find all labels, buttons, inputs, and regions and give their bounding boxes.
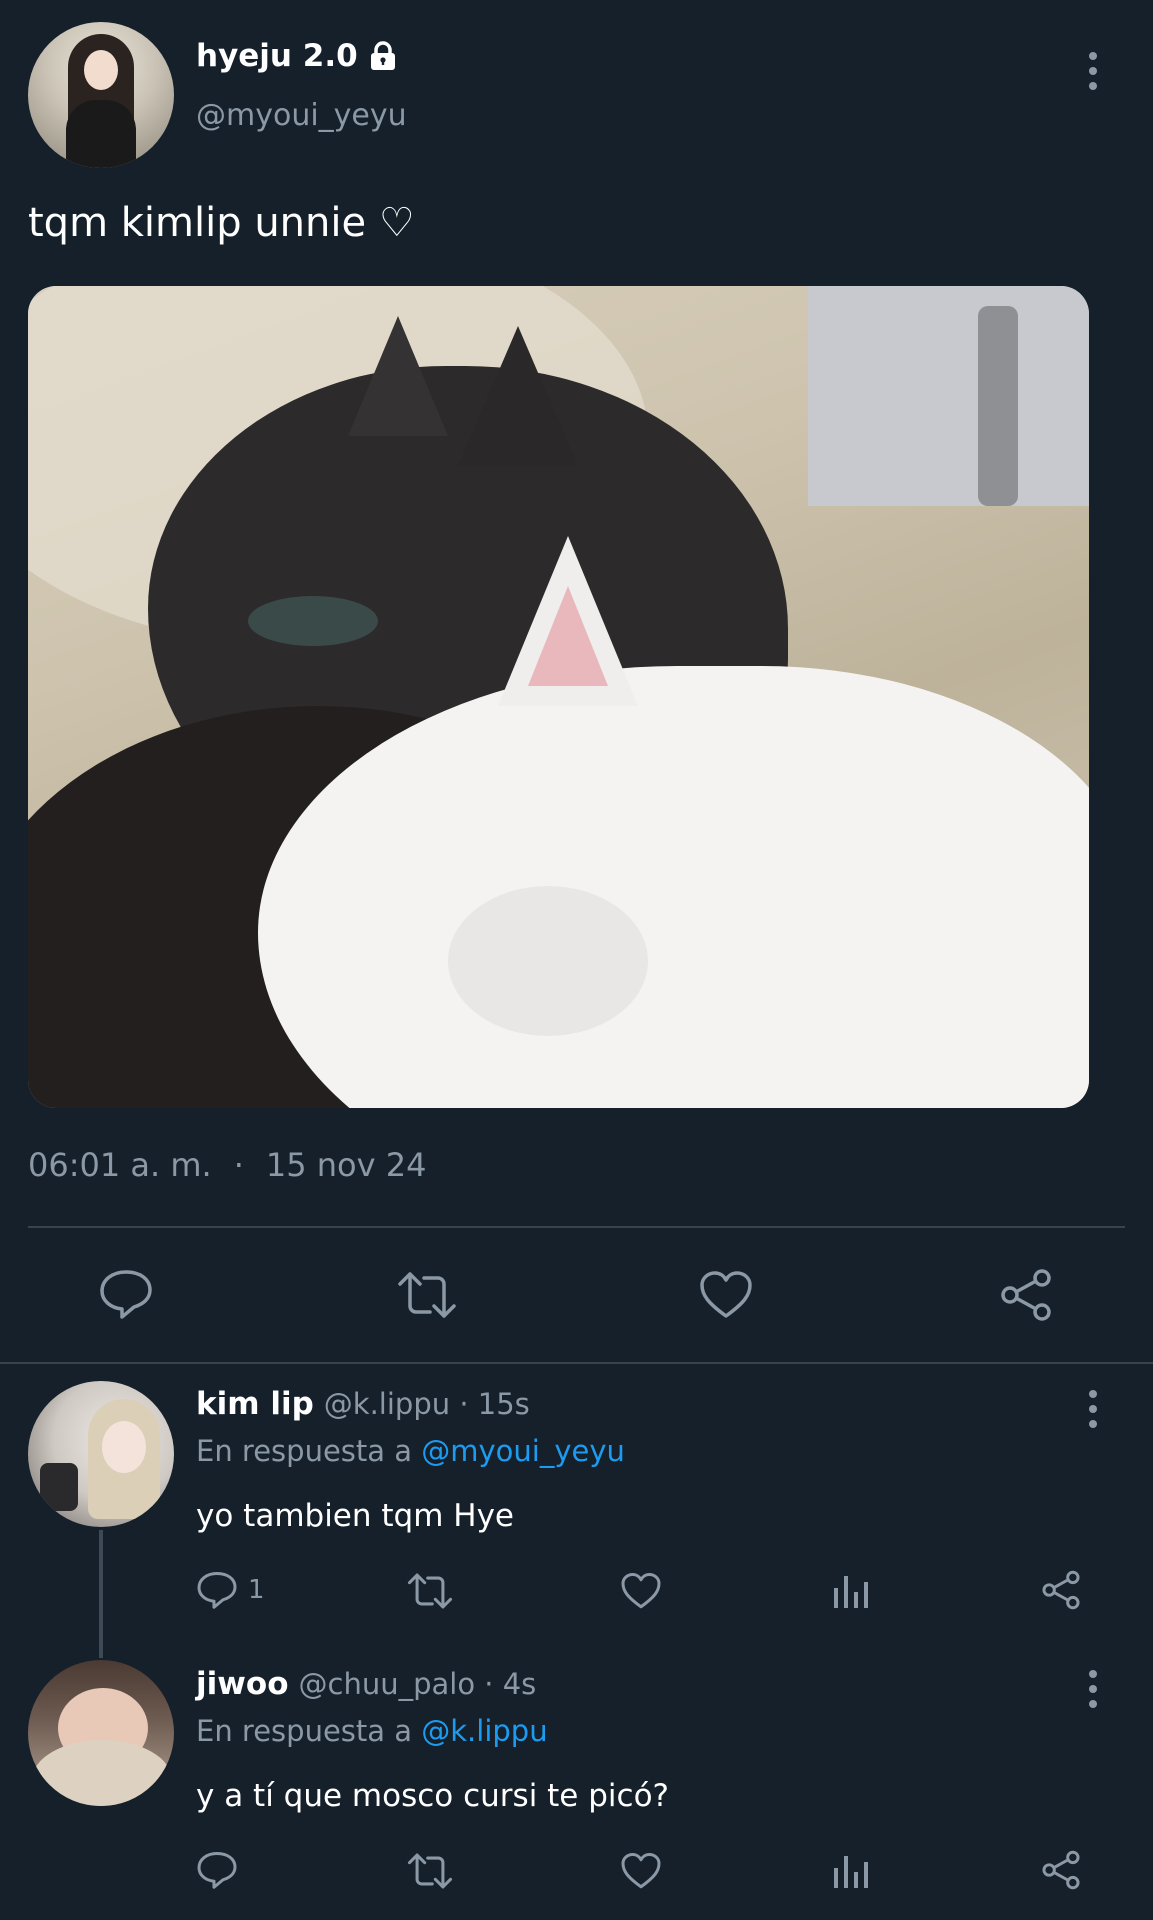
timestamp-separator: · [233, 1146, 244, 1184]
lock-icon [368, 40, 398, 72]
actions-divider [0, 1362, 1153, 1364]
reply-icon[interactable] [98, 1268, 154, 1320]
author-display-name[interactable]: hyeju 2.0 [196, 38, 358, 74]
reply-2-in-reply-to: En respuesta a @k.lippu [196, 1714, 548, 1748]
tweet-date: 15 nov 24 [265, 1146, 427, 1184]
tweet-timestamp: 06:01 a. m. · 15 nov 24 [28, 1146, 426, 1184]
reply-1-reply-count: 1 [248, 1575, 265, 1605]
like-icon[interactable] [620, 1852, 662, 1890]
reply-2-display-name[interactable]: jiwoo [196, 1666, 289, 1702]
reply-2-mention[interactable]: @k.lippu [421, 1714, 547, 1748]
share-icon[interactable] [998, 1268, 1054, 1322]
reply-1-reply-action[interactable]: 1 [196, 1570, 265, 1610]
reply-1-meta: @k.lippu · 15s [323, 1387, 530, 1421]
reply-1-mention[interactable]: @myoui_yeyu [421, 1434, 625, 1468]
reply-1-header: kim lip @k.lippu · 15s [196, 1386, 530, 1422]
author-name-row[interactable]: hyeju 2.0 [196, 38, 398, 74]
share-icon[interactable] [1040, 1570, 1082, 1610]
views-icon[interactable] [832, 1572, 870, 1610]
retweet-icon[interactable] [406, 1572, 454, 1610]
share-icon[interactable] [1040, 1850, 1082, 1890]
reply-1-text: yo tambien tqm Hye [196, 1498, 514, 1534]
avatar-jiwoo[interactable] [28, 1660, 174, 1806]
reply-2-reply-prefix: En respuesta a [196, 1714, 413, 1748]
avatar-kim-lip[interactable] [28, 1381, 174, 1527]
reply-icon[interactable] [196, 1850, 238, 1890]
more-icon[interactable] [1086, 52, 1100, 90]
reply-icon[interactable] [196, 1570, 238, 1610]
reply-1-reply-prefix: En respuesta a [196, 1434, 413, 1468]
more-icon[interactable] [1086, 1390, 1100, 1428]
like-icon[interactable] [698, 1270, 754, 1320]
views-icon[interactable] [832, 1852, 870, 1890]
tweet-text: tqm kimlip unnie ♡ [28, 200, 415, 246]
avatar-hyeju[interactable] [28, 22, 174, 168]
author-handle[interactable]: @myoui_yeyu [196, 98, 407, 133]
retweet-icon[interactable] [396, 1270, 458, 1320]
reply-2-meta: @chuu_palo · 4s [298, 1667, 537, 1701]
tweet-image[interactable] [28, 286, 1089, 1108]
more-icon[interactable] [1086, 1670, 1100, 1708]
tweet-time: 06:01 a. m. [28, 1146, 212, 1184]
like-icon[interactable] [620, 1572, 662, 1610]
timestamp-divider [28, 1226, 1125, 1228]
reply-2-reply-action[interactable] [196, 1850, 248, 1890]
reply-2-header: jiwoo @chuu_palo · 4s [196, 1666, 536, 1702]
thread-line [99, 1530, 103, 1658]
reply-2-text: y a tí que mosco cursi te picó? [196, 1778, 669, 1814]
reply-1-display-name[interactable]: kim lip [196, 1386, 314, 1422]
reply-1-in-reply-to: En respuesta a @myoui_yeyu [196, 1434, 625, 1468]
retweet-icon[interactable] [406, 1852, 454, 1890]
